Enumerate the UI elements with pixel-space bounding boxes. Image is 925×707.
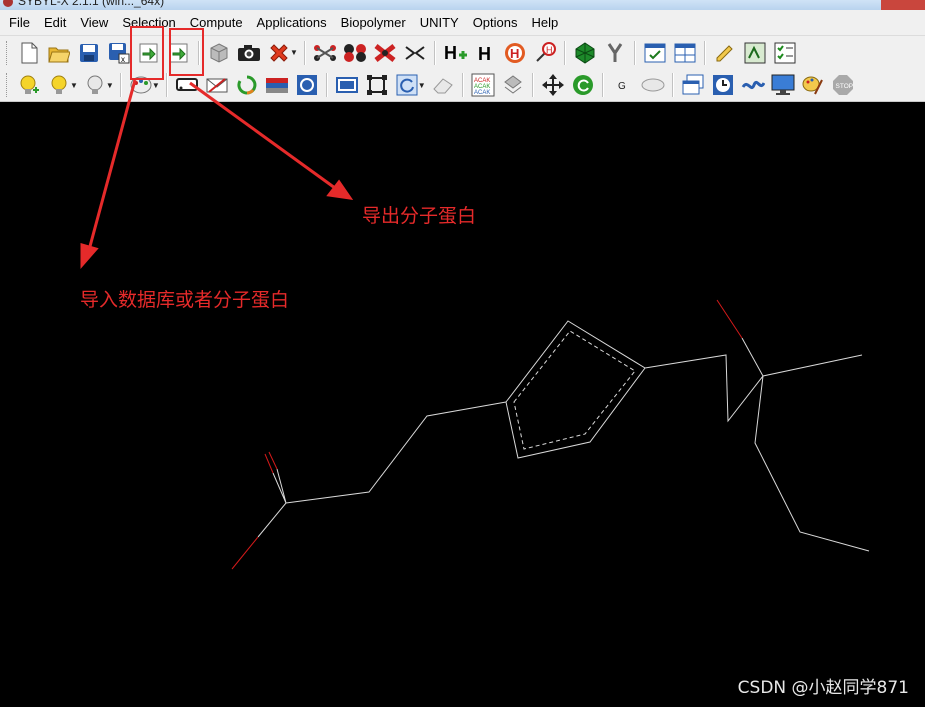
watermark-text: CSDN @小赵同学871 (737, 678, 909, 698)
import-arrow-line (87, 79, 137, 251)
import-arrow-head (80, 243, 99, 269)
import-highlight-box (130, 26, 164, 80)
export-highlight-box (169, 28, 204, 76)
export-arrow-line (189, 81, 336, 190)
export-annotation: 导出分子蛋白 (362, 205, 477, 227)
import-annotation: 导入数据库或者分子蛋白 (80, 289, 290, 311)
annotation-overlay (80, 26, 354, 269)
